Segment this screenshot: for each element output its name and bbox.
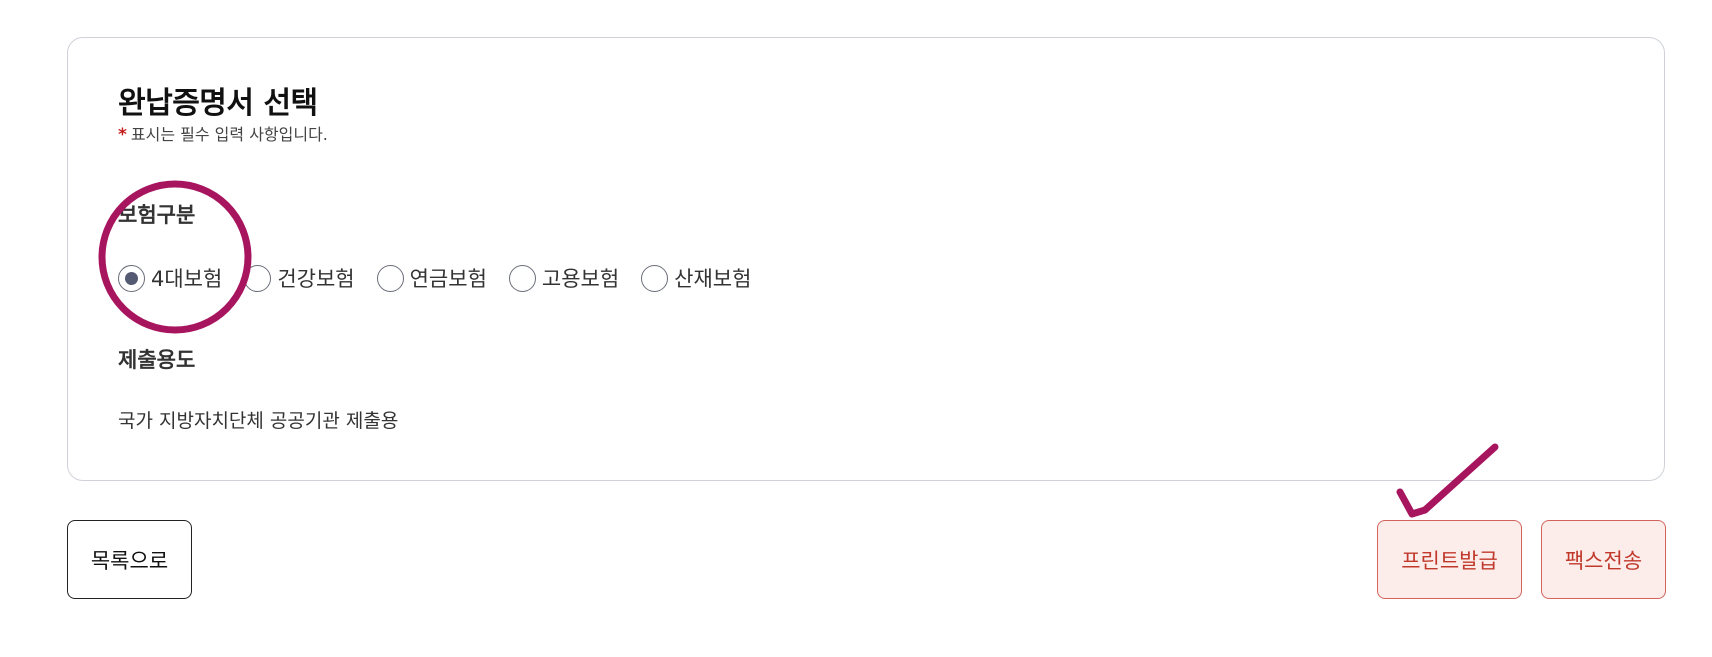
radio-button[interactable]: [641, 264, 669, 292]
radio-option-pension[interactable]: 연금보험: [376, 263, 487, 293]
radio-option-4major[interactable]: 4대보험: [118, 263, 222, 293]
radio-label: 산재보험: [674, 267, 752, 291]
radio-button-selected[interactable]: [118, 264, 145, 292]
print-issue-button[interactable]: 프린트발급: [1377, 520, 1522, 599]
page-title: 완납증명서 선택: [118, 86, 318, 121]
insurance-type-radio-group: 4대보험 건강보험 연금보험 고용보험 산재보험: [118, 263, 773, 293]
required-note-text: 표시는 필수 입력 사항입니다.: [130, 125, 328, 144]
required-star: *: [118, 125, 127, 145]
submission-purpose-value: 국가 지방자치단체 공공기관 제출용: [118, 410, 399, 432]
radio-button[interactable]: [508, 264, 536, 292]
radio-button[interactable]: [244, 264, 272, 292]
radio-label: 4대보험: [151, 267, 223, 291]
certificate-card: 완납증명서 선택 * 표시는 필수 입력 사항입니다. 보험구분 4대보험 건강보…: [67, 37, 1665, 481]
radio-label: 건강보험: [277, 267, 355, 291]
radio-option-health[interactable]: 건강보험: [244, 263, 355, 293]
back-to-list-button[interactable]: 목록으로: [67, 520, 192, 599]
radio-option-employment[interactable]: 고용보험: [508, 263, 620, 293]
radio-option-industrial[interactable]: 산재보험: [641, 263, 751, 293]
fax-send-button[interactable]: 팩스전송: [1541, 520, 1666, 599]
radio-label: 연금보험: [409, 267, 487, 291]
required-note: * 표시는 필수 입력 사항입니다.: [118, 121, 328, 145]
radio-dot: [125, 271, 138, 285]
radio-label: 고용보험: [541, 267, 620, 291]
submission-purpose-label: 제출용도: [118, 348, 196, 372]
radio-button[interactable]: [376, 264, 404, 292]
insurance-type-label: 보험구분: [118, 203, 196, 227]
